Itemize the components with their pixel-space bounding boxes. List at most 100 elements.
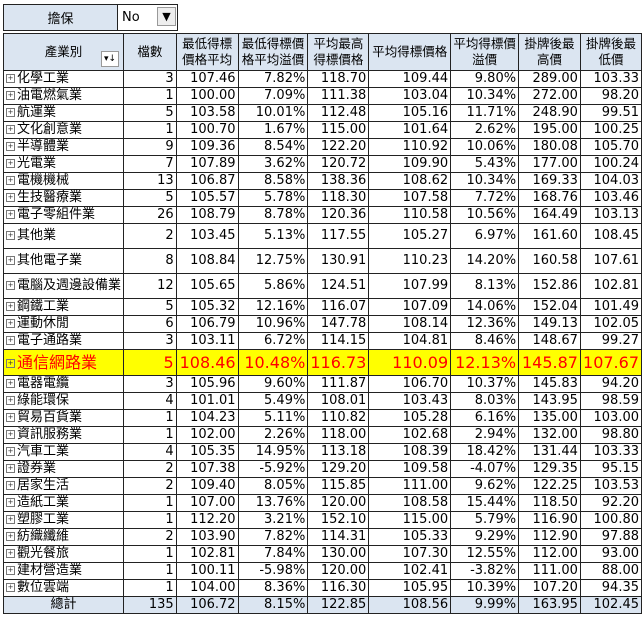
industry-cell[interactable]: + 電子通路業	[2, 332, 125, 350]
industry-cell[interactable]: + 居家生活	[2, 477, 125, 495]
industry-cell[interactable]: + 通信網路業	[2, 349, 125, 376]
value-cell: 152.10	[307, 511, 370, 529]
value-cell: 105.16	[368, 104, 452, 122]
value-cell: 8.36%	[237, 579, 309, 597]
expand-icon[interactable]: +	[6, 498, 15, 507]
expand-icon[interactable]: +	[6, 336, 15, 345]
expand-icon[interactable]: +	[6, 125, 15, 134]
industry-cell[interactable]: + 資訊服務業	[2, 426, 125, 444]
sort-filter-icon[interactable]: ▾↓	[101, 51, 120, 67]
filter-dropdown-icon[interactable]: ▼	[157, 7, 176, 26]
table-row: + 生技醫療業 5 105.57 5.78% 118.30 107.58 7.72% 168.7…	[2, 189, 642, 207]
expand-icon[interactable]: +	[6, 358, 15, 368]
expand-icon[interactable]: +	[6, 515, 15, 524]
column-header[interactable]: 最低得標 價格平均	[175, 33, 239, 71]
industry-cell[interactable]: + 塑膠工業	[2, 511, 125, 529]
expand-icon[interactable]: +	[6, 447, 15, 456]
expand-icon[interactable]: +	[6, 108, 15, 117]
value-cell: 8.13%	[450, 273, 520, 299]
expand-icon[interactable]: +	[6, 430, 15, 439]
value-cell: 104.00	[175, 579, 239, 597]
industry-cell[interactable]: + 建材營造業	[2, 562, 125, 580]
value-cell: 13.76%	[237, 494, 309, 512]
expand-icon[interactable]: +	[6, 396, 15, 405]
column-header[interactable]: 最低得標價 格平均溢價	[237, 33, 309, 71]
value-cell: 7.09%	[237, 87, 309, 105]
expand-icon[interactable]: +	[6, 481, 15, 490]
value-cell: 289.00	[518, 70, 581, 88]
expand-icon[interactable]: +	[6, 142, 15, 151]
industry-cell[interactable]: + 汽車工業	[2, 443, 125, 461]
value-cell: 103.33	[579, 70, 642, 88]
industry-cell[interactable]: + 航運業	[2, 104, 125, 122]
expand-icon[interactable]: +	[6, 319, 15, 328]
value-cell: 118.50	[518, 494, 581, 512]
industry-cell[interactable]: + 化學工業	[2, 70, 125, 88]
expand-icon[interactable]: +	[6, 193, 15, 202]
industry-cell[interactable]: + 光電業	[2, 155, 125, 173]
column-header[interactable]: 產業別 ▾↓	[2, 33, 125, 71]
expand-icon[interactable]: +	[6, 231, 15, 240]
expand-icon[interactable]: +	[6, 256, 15, 265]
column-header[interactable]: 掛牌後最 低價	[579, 33, 642, 71]
expand-icon[interactable]: +	[6, 566, 15, 575]
industry-cell[interactable]: + 數位雲端	[2, 579, 125, 597]
value-cell: 107.61	[579, 248, 642, 274]
column-header-line: 掛牌後最	[585, 36, 636, 51]
expand-icon[interactable]: +	[6, 302, 15, 311]
expand-icon[interactable]: +	[6, 583, 15, 592]
value-cell: 124.51	[307, 273, 370, 299]
industry-cell[interactable]: + 其他電子業	[2, 248, 125, 274]
value-cell: 9.60%	[237, 375, 309, 393]
industry-cell[interactable]: + 電腦及週邊設備業	[2, 273, 125, 299]
value-cell: 5.79%	[450, 511, 520, 529]
industry-cell[interactable]: + 半導體業	[2, 138, 125, 156]
expand-icon[interactable]: +	[6, 379, 15, 388]
value-cell: 15.44%	[450, 494, 520, 512]
expand-icon[interactable]: +	[6, 281, 15, 290]
column-header[interactable]: 平均最高 得標價格	[307, 33, 370, 71]
industry-cell[interactable]: + 造紙工業	[2, 494, 125, 512]
expand-icon[interactable]: +	[6, 176, 15, 185]
industry-cell[interactable]: + 運動休閒	[2, 315, 125, 333]
value-cell: 102.05	[579, 315, 642, 333]
value-cell: 100.70	[175, 121, 239, 139]
industry-cell[interactable]: + 綠能環保	[2, 392, 125, 410]
column-header-line: 最低得標	[182, 36, 233, 51]
industry-cell[interactable]: + 生技醫療業	[2, 189, 125, 207]
expand-icon[interactable]: +	[6, 210, 15, 219]
column-header[interactable]: 檔數	[123, 33, 177, 71]
industry-cell[interactable]: + 其他業	[2, 223, 125, 249]
industry-cell[interactable]: + 電子零組件業	[2, 206, 125, 224]
value-cell: 104.23	[175, 409, 239, 427]
value-cell: 160.58	[518, 248, 581, 274]
industry-cell[interactable]: + 貿易百貨業	[2, 409, 125, 427]
filter-value-cell[interactable]: No ▼	[117, 4, 178, 31]
value-cell: 8.78%	[237, 206, 309, 224]
industry-label: 電子零組件業	[17, 207, 96, 222]
industry-cell[interactable]: + 觀光餐旅	[2, 545, 125, 563]
value-cell: 1	[123, 409, 177, 427]
value-cell: 110.82	[307, 409, 370, 427]
expand-icon[interactable]: +	[6, 413, 15, 422]
value-cell: 12.13%	[450, 349, 520, 376]
column-header[interactable]: 平均得標價 溢價	[450, 33, 520, 71]
expand-icon[interactable]: +	[6, 532, 15, 541]
column-header[interactable]: 平均得標價格	[368, 33, 452, 71]
expand-icon[interactable]: +	[6, 91, 15, 100]
industry-cell[interactable]: + 電機機械	[2, 172, 125, 190]
industry-cell[interactable]: + 鋼鐵工業	[2, 298, 125, 316]
expand-icon[interactable]: +	[6, 159, 15, 168]
expand-icon[interactable]: +	[6, 549, 15, 558]
industry-cell: 總計	[2, 596, 125, 614]
expand-icon[interactable]: +	[6, 74, 15, 83]
expand-icon[interactable]: +	[6, 464, 15, 473]
column-header[interactable]: 掛牌後最 高價	[518, 33, 581, 71]
industry-cell[interactable]: + 證券業	[2, 460, 125, 478]
industry-cell[interactable]: + 電器電纜	[2, 375, 125, 393]
industry-cell[interactable]: + 文化創意業	[2, 121, 125, 139]
industry-label: 居家生活	[17, 478, 70, 493]
industry-cell[interactable]: + 油電燃氣業	[2, 87, 125, 105]
value-cell: 111.87	[307, 375, 370, 393]
industry-cell[interactable]: + 紡織纖維	[2, 528, 125, 546]
